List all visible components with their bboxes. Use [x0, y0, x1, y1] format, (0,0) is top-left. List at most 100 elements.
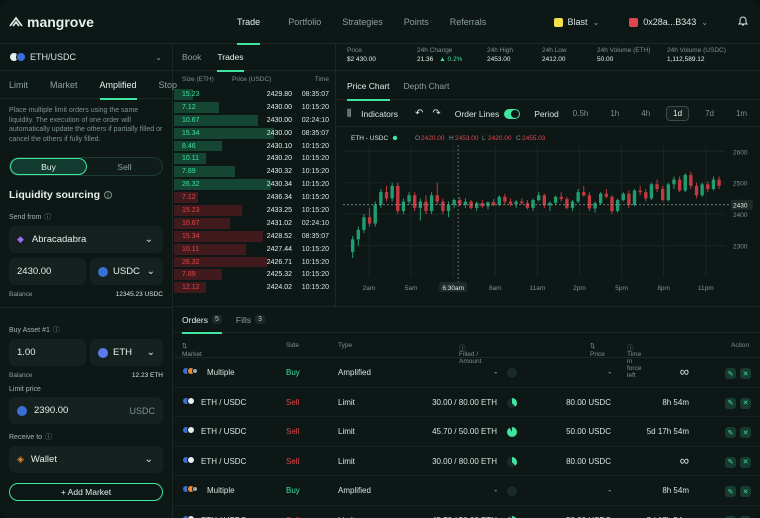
- order-type: Amplified: [338, 368, 371, 377]
- tab-limit[interactable]: Limit: [9, 71, 28, 99]
- stat-label: Price: [347, 47, 362, 54]
- nav-points[interactable]: Points: [404, 0, 443, 44]
- edit-icon[interactable]: ✎: [725, 397, 736, 409]
- limit-price-input[interactable]: 2390.00 USDC: [9, 397, 163, 424]
- nav-referrals[interactable]: Referrals: [450, 0, 501, 44]
- price-chart[interactable]: 2600 2500 2430 2400 2300 2am 5am 6:30am 8am 11am 2…: [337, 127, 760, 305]
- y-tick-label: 2400: [733, 212, 748, 219]
- order-lines-toggle[interactable]: [504, 108, 521, 119]
- col-market[interactable]: Market ⇅: [182, 342, 202, 358]
- order-type-tabs: Limit Market Amplified Stop: [0, 71, 177, 100]
- sell-button[interactable]: Sell: [87, 158, 162, 175]
- trade-time: 02:24:10: [301, 116, 329, 124]
- indicators-button[interactable]: Indicators: [361, 109, 398, 119]
- candle-body: [694, 185, 699, 196]
- nav-strategies[interactable]: Strategies: [342, 0, 397, 44]
- tab-fills[interactable]: Fills 3: [236, 307, 265, 333]
- pair-selector[interactable]: ETH/USDC ⌄: [0, 44, 172, 71]
- nav-portfolio[interactable]: Portfolio: [288, 0, 335, 44]
- tab-orders[interactable]: Orders 5: [182, 307, 222, 334]
- edit-icon[interactable]: ✎: [725, 368, 736, 379]
- tab-trades[interactable]: Trades: [217, 44, 244, 72]
- close-icon[interactable]: ✕: [740, 368, 751, 379]
- token-select[interactable]: USDC ⌄: [90, 258, 163, 285]
- buy-token-select[interactable]: ETH ⌄: [90, 339, 163, 366]
- period-1m[interactable]: 1m: [730, 107, 753, 120]
- period-7d[interactable]: 7d: [699, 107, 720, 120]
- order-row[interactable]: Multiple Buy Amplified - - 8h 54m ✎ ✕: [174, 476, 760, 506]
- buy-token-value: ETH: [113, 347, 132, 358]
- order-row[interactable]: Multiple Buy Amplified - - ∞ ✎ ✕: [174, 358, 760, 388]
- order-row[interactable]: ETH / USDCSellLimit45.70 / 50.00 ETH50.0…: [174, 506, 760, 518]
- edit-icon[interactable]: ✎: [725, 456, 736, 468]
- trade-price: 2430.32: [266, 168, 292, 176]
- order-row[interactable]: ETH / USDC Sell Limit 30.00 / 80.00 ETH 80.0…: [174, 388, 760, 418]
- nav-trade[interactable]: Trade: [237, 0, 274, 45]
- order-market: Multiple: [207, 486, 235, 496]
- tab-book[interactable]: Book: [182, 44, 201, 71]
- stat-0: Price $2 430.00: [337, 44, 407, 70]
- candle-body: [711, 179, 716, 189]
- trade-row: 26.32 2430.34 10:15:20: [174, 178, 335, 191]
- trade-price: 2436.34: [266, 194, 292, 202]
- candlestick-chart[interactable]: 2600 2500 2430 2400 2300 2am 5am 6:30am 8am 11am 2…: [337, 127, 760, 305]
- chart-tabs: Price Chart Depth Chart: [337, 72, 760, 101]
- order-row[interactable]: ETH / USDCSellLimit45.70 / 50.00 ETH50.0…: [174, 417, 760, 447]
- tab-amplified[interactable]: Amplified: [99, 71, 137, 100]
- edit-icon[interactable]: ✎: [725, 486, 736, 498]
- redo-icon[interactable]: ↷: [432, 108, 440, 119]
- indicators-icon[interactable]: ⫼: [347, 108, 351, 119]
- trade-time: 10:15:20: [301, 206, 329, 214]
- buy-amount-input[interactable]: 1.00: [9, 339, 86, 366]
- wallet-button[interactable]: 0x28a...B343 ⌄: [629, 17, 708, 27]
- buy-sell-toggle: Buy Sell: [9, 157, 163, 176]
- col-price[interactable]: Price ⇅: [590, 342, 605, 358]
- stat-value: 2453.00: [487, 56, 532, 63]
- info-icon[interactable]: ⓘ: [53, 325, 60, 335]
- trade-row: 7.12 2436.34 10:15:20: [174, 191, 335, 204]
- undo-icon[interactable]: ↶: [415, 108, 423, 119]
- stat-value: 2412.00: [542, 56, 587, 63]
- buy-button[interactable]: Buy: [10, 158, 87, 175]
- close-icon[interactable]: ✕: [740, 427, 751, 439]
- info-icon[interactable]: i: [104, 191, 112, 200]
- trade-size: 15.23: [182, 90, 200, 98]
- amount-input[interactable]: 2430.00: [9, 258, 86, 285]
- limit-price-value: 2390.00: [34, 405, 69, 416]
- order-filled: 45.70 / 50.00 ETH: [432, 427, 497, 437]
- send-from-label: Send from ⓘ: [0, 212, 172, 222]
- candle-body: [649, 184, 654, 199]
- usdc-icon: [17, 405, 27, 416]
- network-selector[interactable]: Blast ⌄: [553, 17, 599, 27]
- abracadabra-icon: ◆: [17, 234, 24, 244]
- info-icon[interactable]: ⓘ: [45, 432, 52, 442]
- order-side: Sell: [286, 427, 300, 437]
- close-icon[interactable]: ✕: [740, 486, 751, 498]
- send-from-select[interactable]: ◆ Abracadabra ⌄: [9, 226, 163, 253]
- tab-market[interactable]: Market: [50, 71, 78, 99]
- period-4h[interactable]: 4h: [635, 107, 656, 120]
- trade-price: 2427.44: [266, 245, 292, 253]
- order-row[interactable]: ETH / USDC Sell Limit 30.00 / 80.00 ETH 80.0…: [174, 447, 760, 477]
- candle-body: [677, 179, 682, 191]
- candle-body: [446, 204, 451, 211]
- trade-time: 10:15:20: [301, 168, 329, 176]
- stat-value-main: 2453.00: [487, 56, 511, 63]
- trade-time: 10:15:20: [301, 284, 329, 292]
- close-icon[interactable]: ✕: [740, 397, 751, 409]
- edit-icon[interactable]: ✎: [725, 427, 736, 439]
- tab-depth-chart[interactable]: Depth Chart: [404, 72, 450, 100]
- info-icon[interactable]: ⓘ: [44, 212, 51, 222]
- receive-to-value: Wallet: [30, 454, 57, 465]
- candle-body: [514, 201, 518, 205]
- tab-price-chart[interactable]: Price Chart: [347, 72, 390, 101]
- bell-icon[interactable]: [737, 13, 749, 31]
- period-1h[interactable]: 1h: [604, 107, 625, 120]
- order-time-in-force: ∞: [679, 364, 689, 379]
- period-0-5h[interactable]: 0.5h: [567, 107, 595, 120]
- receive-to-select[interactable]: ◈ Wallet ⌄: [9, 446, 163, 473]
- add-market-button[interactable]: + Add Market: [9, 483, 163, 501]
- stat-change-pct: ▲ 0.2%: [439, 56, 463, 63]
- close-icon[interactable]: ✕: [740, 456, 751, 468]
- period-1d[interactable]: 1d: [666, 106, 690, 121]
